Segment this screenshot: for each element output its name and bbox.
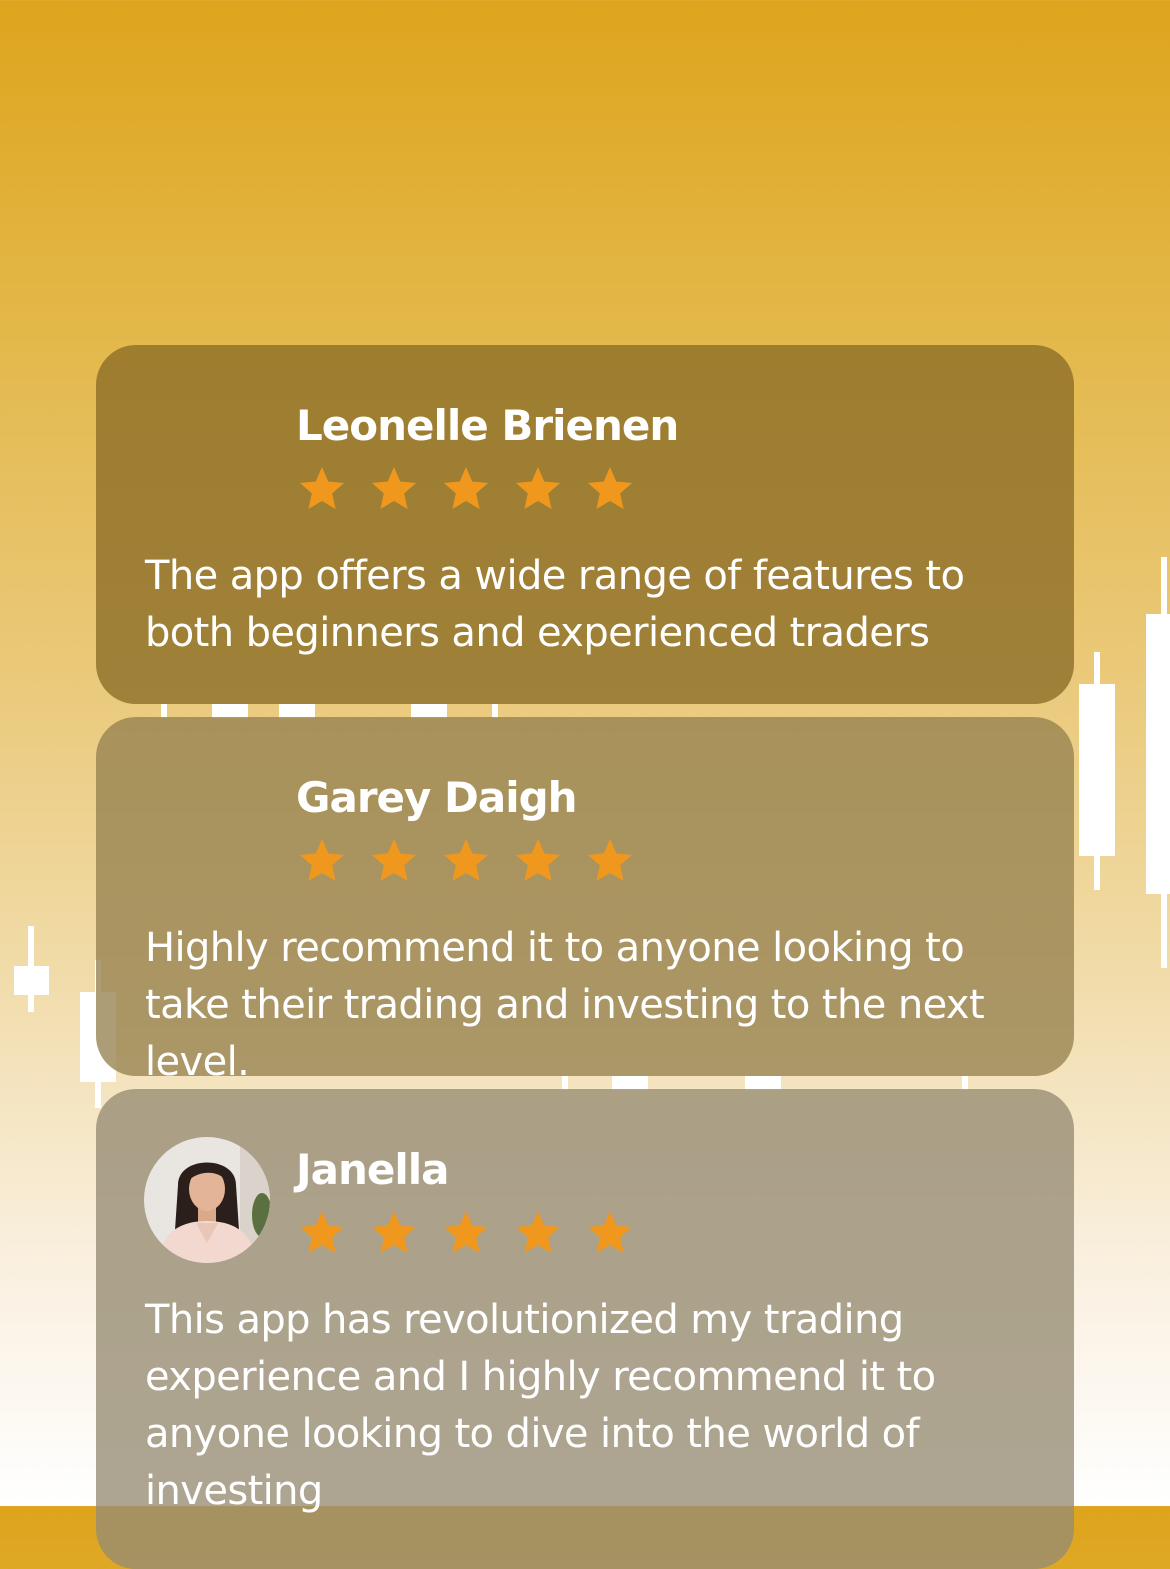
- review-card: Garey Daigh Highly recommend it to anyon…: [96, 717, 1074, 1085]
- reviewer-name: Garey Daigh: [296, 773, 578, 822]
- avatar: [144, 1137, 270, 1263]
- star-icon: [296, 1209, 348, 1257]
- star-icon: [296, 465, 348, 513]
- star-icon: [368, 1209, 420, 1257]
- star-icon: [584, 465, 636, 513]
- review-text: The app offers a wide range of features …: [145, 553, 965, 656]
- star-icon: [512, 465, 564, 513]
- star-icon: [440, 837, 492, 885]
- star-icon: [296, 837, 348, 885]
- review-text: This app has revolutionized my trading e…: [145, 1297, 936, 1514]
- review-card: Leonelle Brienen The app offers a wide r…: [96, 345, 1074, 704]
- user-photo-icon: [144, 1137, 270, 1263]
- star-icon: [584, 1209, 636, 1257]
- star-icon: [584, 837, 636, 885]
- reviewer-name: Janella: [296, 1145, 449, 1194]
- star-icon: [512, 1209, 564, 1257]
- star-icon: [440, 1209, 492, 1257]
- star-rating: [296, 465, 636, 513]
- star-rating: [296, 837, 636, 885]
- star-icon: [368, 465, 420, 513]
- star-icon: [368, 837, 420, 885]
- review-text: Highly recommend it to anyone looking to…: [145, 925, 985, 1085]
- reviewer-name: Leonelle Brienen: [296, 401, 679, 450]
- review-card: Janella This app has revolutionized my t…: [96, 1089, 1074, 1569]
- star-rating: [296, 1209, 636, 1257]
- star-icon: [440, 465, 492, 513]
- star-icon: [512, 837, 564, 885]
